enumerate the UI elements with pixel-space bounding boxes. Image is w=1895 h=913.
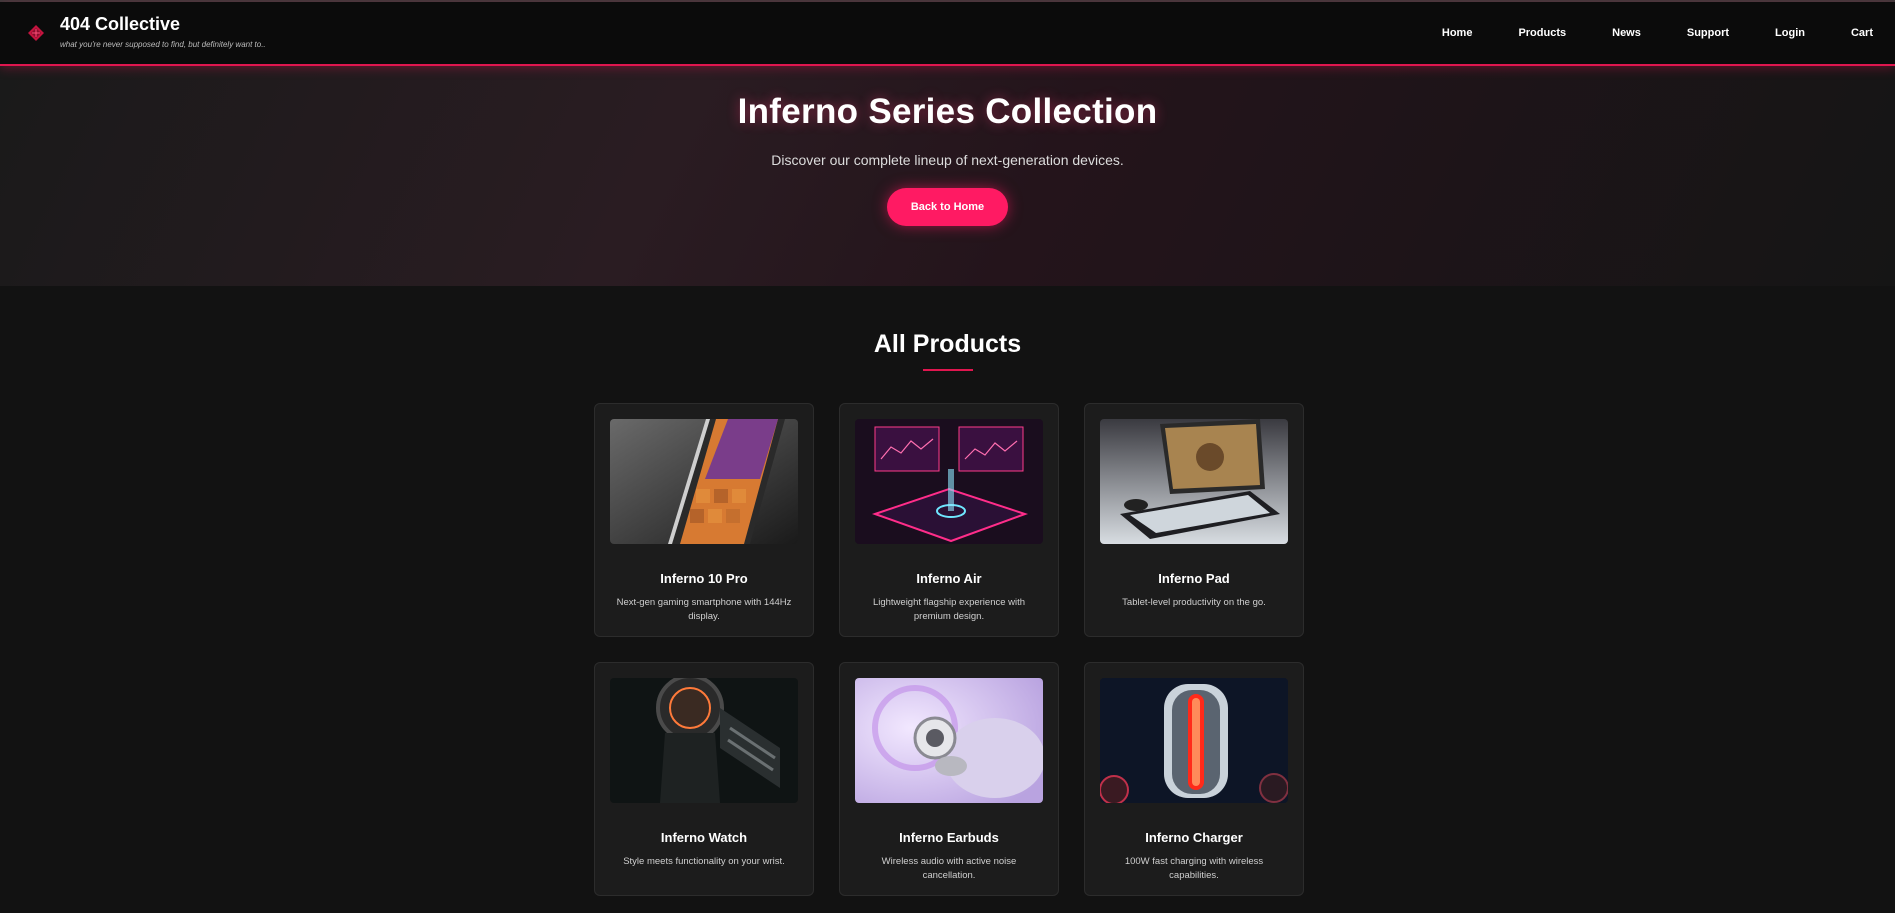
- nav-news[interactable]: News: [1612, 27, 1641, 39]
- product-card[interactable]: Inferno Pad Tablet-level productivity on…: [1084, 403, 1304, 637]
- charger-image: [1100, 678, 1288, 803]
- brand[interactable]: 404 Collective what you're never suppose…: [26, 14, 266, 49]
- product-card[interactable]: Inferno Watch Style meets functionality …: [594, 662, 814, 896]
- nav-home[interactable]: Home: [1442, 27, 1473, 39]
- hero-title: Inferno Series Collection: [737, 92, 1158, 131]
- hero-subtitle: Discover our complete lineup of next-gen…: [771, 152, 1124, 168]
- products-section: All Products Inferno 10 Pro Next-gen gam…: [0, 286, 1895, 896]
- holographic-phone-image: [855, 419, 1043, 544]
- smartphone-image: [610, 419, 798, 544]
- smartwatch-image: [610, 678, 798, 803]
- product-name: Inferno Earbuds: [899, 830, 999, 845]
- diamond-logo-icon: [26, 23, 46, 43]
- product-description: 100W fast charging with wireless capabil…: [1124, 856, 1264, 881]
- product-name: Inferno Pad: [1158, 571, 1230, 586]
- brand-tagline: what you're never supposed to find, but …: [60, 40, 266, 49]
- product-card[interactable]: Inferno Air Lightweight flagship experie…: [839, 403, 1059, 637]
- main-nav: Home Products News Support Login Cart: [1396, 27, 1873, 39]
- product-description: Next-gen gaming smartphone with 144Hz di…: [616, 597, 792, 622]
- product-card[interactable]: Inferno Earbuds Wireless audio with acti…: [839, 662, 1059, 896]
- product-card[interactable]: Inferno Charger 100W fast charging with …: [1084, 662, 1304, 896]
- site-header: 404 Collective what you're never suppose…: [0, 2, 1895, 66]
- laptop-image: [1100, 419, 1288, 544]
- back-to-home-button[interactable]: Back to Home: [887, 188, 1008, 226]
- product-description: Style meets functionality on your wrist.: [623, 856, 785, 867]
- nav-support[interactable]: Support: [1687, 27, 1729, 39]
- product-name: Inferno Charger: [1145, 830, 1243, 845]
- earbuds-image: [855, 678, 1043, 803]
- heading-underline: [922, 369, 973, 371]
- product-description: Wireless audio with active noise cancell…: [881, 856, 1017, 881]
- hero-section: Inferno Series Collection Discover our c…: [0, 66, 1895, 286]
- product-name: Inferno Air: [916, 571, 982, 586]
- product-name: Inferno 10 Pro: [660, 571, 748, 586]
- brand-name: 404 Collective: [60, 14, 181, 34]
- nav-login[interactable]: Login: [1775, 27, 1805, 39]
- nav-cart[interactable]: Cart: [1851, 27, 1873, 39]
- product-card[interactable]: Inferno 10 Pro Next-gen gaming smartphon…: [594, 403, 814, 637]
- product-grid: Inferno 10 Pro Next-gen gaming smartphon…: [3, 403, 1895, 896]
- products-heading: All Products: [873, 330, 1022, 358]
- nav-products[interactable]: Products: [1518, 27, 1566, 39]
- product-name: Inferno Watch: [660, 830, 748, 845]
- product-description: Tablet-level productivity on the go.: [1122, 597, 1266, 608]
- product-description: Lightweight flagship experience with pre…: [872, 597, 1026, 622]
